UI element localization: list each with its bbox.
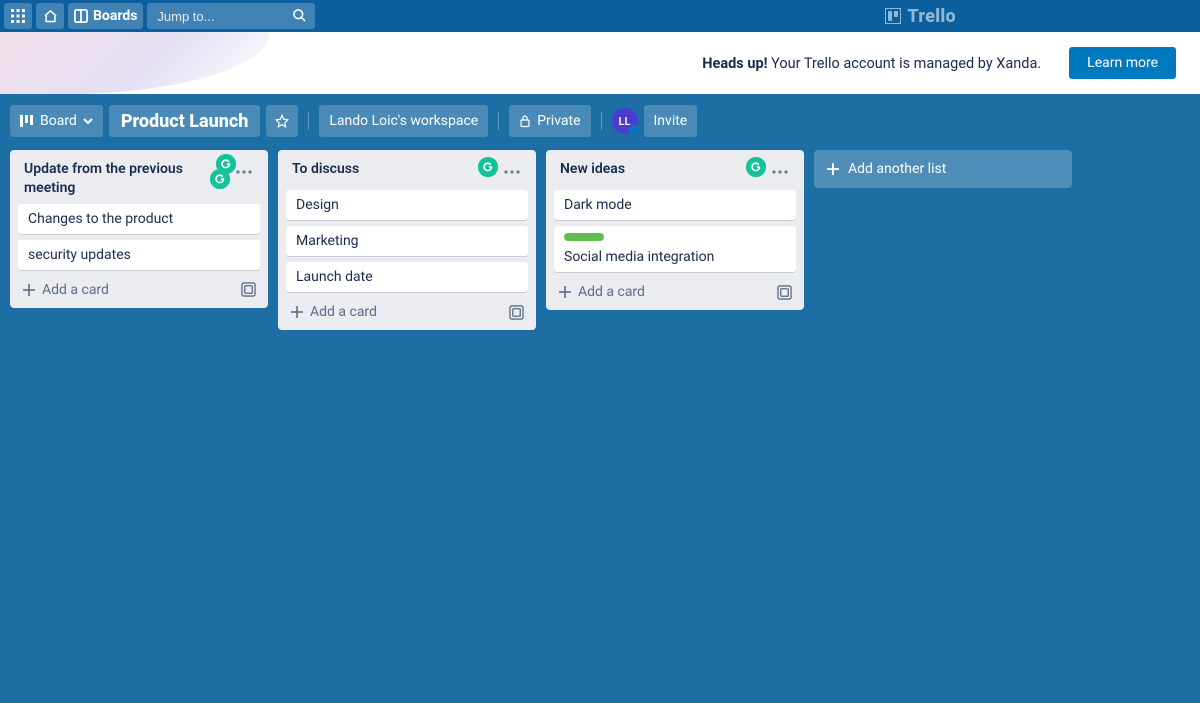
add-card-button[interactable]: Add a card [22, 282, 109, 298]
board-view-icon [20, 115, 34, 127]
list-footer: Add a card [554, 278, 796, 302]
invite-label: Invite [654, 113, 688, 129]
add-card-button[interactable]: Add a card [558, 284, 645, 300]
board-canvas: Update from the previous meeting Changes… [0, 142, 1200, 338]
card-text: security updates [28, 247, 131, 263]
card-text: Dark mode [564, 197, 632, 213]
chevron-down-icon [83, 118, 93, 124]
list-footer: Add a card [18, 276, 260, 300]
invite-button[interactable]: Invite [644, 105, 698, 137]
card[interactable]: Changes to the product [18, 204, 260, 234]
app-logo-text: Trello [907, 6, 956, 27]
list-header: To discuss [286, 158, 528, 190]
list-title[interactable]: To discuss [292, 160, 500, 179]
search-input[interactable] [147, 3, 315, 29]
account-banner: Heads up! Your Trello account is managed… [0, 32, 1200, 94]
plus-icon [558, 285, 572, 299]
board-header-left: Board Product Launch Lando Loic's worksp… [10, 105, 697, 137]
banner-cta-label: Learn more [1087, 55, 1158, 71]
visibility-button[interactable]: Private [509, 105, 590, 137]
list-actions-button[interactable] [500, 160, 524, 184]
workspace-label: Lando Loic's workspace [329, 113, 478, 129]
add-card-button[interactable]: Add a card [290, 304, 377, 320]
card-text: Changes to the product [28, 211, 173, 227]
add-card-label: Add a card [42, 282, 109, 298]
plus-icon [290, 305, 304, 319]
list: New ideas Dark mode Social media integra… [546, 150, 804, 310]
add-list-button[interactable]: Add another list [814, 150, 1072, 188]
plus-icon [826, 162, 840, 176]
board-header: Board Product Launch Lando Loic's worksp… [0, 100, 1200, 142]
template-icon [509, 305, 524, 320]
card-green-label [564, 233, 604, 241]
view-switcher-button[interactable]: Board [10, 105, 103, 137]
lock-icon [519, 114, 531, 128]
card-template-button[interactable] [777, 285, 792, 300]
board-title-text: Product Launch [121, 111, 249, 132]
board-title[interactable]: Product Launch [109, 105, 261, 137]
ellipsis-icon [504, 170, 520, 174]
apps-button[interactable] [4, 3, 32, 29]
card-template-button[interactable] [241, 282, 256, 297]
card-text: Social media integration [564, 249, 714, 265]
apps-icon [11, 9, 25, 23]
card-text: Marketing [296, 233, 359, 249]
trello-logo-icon [885, 8, 901, 24]
card[interactable]: Design [286, 190, 528, 220]
boards-nav-label: Boards [93, 8, 137, 24]
banner-decoration [0, 32, 270, 94]
search-wrapper[interactable] [147, 3, 315, 29]
add-card-label: Add a card [578, 284, 645, 300]
grammarly-badge-icon [746, 157, 766, 177]
list: To discuss Design Marketing Launch date … [278, 150, 536, 330]
list: Update from the previous meeting Changes… [10, 150, 268, 308]
separator [308, 112, 309, 130]
add-list-label: Add another list [848, 161, 946, 177]
grammarly-badge-icon [478, 157, 498, 177]
card-text: Launch date [296, 269, 373, 285]
card[interactable]: Marketing [286, 226, 528, 256]
grammarly-badge-icon [210, 169, 230, 189]
card[interactable]: Dark mode [554, 190, 796, 220]
member-avatar[interactable]: LL [612, 108, 638, 134]
boards-icon [74, 9, 88, 23]
list-header: Update from the previous meeting [18, 158, 260, 204]
banner-headline: Heads up! [702, 55, 767, 72]
home-icon [43, 9, 58, 24]
star-board-button[interactable] [266, 105, 298, 137]
card[interactable]: Social media integration [554, 226, 796, 272]
avatar-initials: LL [619, 115, 631, 128]
star-icon [275, 114, 289, 128]
add-card-label: Add a card [310, 304, 377, 320]
card-template-button[interactable] [509, 305, 524, 320]
card[interactable]: Launch date [286, 262, 528, 292]
home-button[interactable] [36, 3, 64, 29]
plus-icon [22, 283, 36, 297]
template-icon [777, 285, 792, 300]
app-logo[interactable]: Trello [885, 6, 956, 27]
view-switcher-label: Board [40, 113, 77, 129]
list-header: New ideas [554, 158, 796, 190]
global-header: Boards Trello [0, 0, 1200, 32]
list-title[interactable]: Update from the previous meeting [24, 160, 232, 198]
card-text: Design [296, 197, 339, 213]
banner-text: Heads up! Your Trello account is managed… [702, 55, 1041, 72]
list-title[interactable]: New ideas [560, 160, 768, 179]
boards-nav-button[interactable]: Boards [68, 3, 143, 29]
ellipsis-icon [236, 170, 252, 174]
workspace-button[interactable]: Lando Loic's workspace [319, 105, 488, 137]
separator [601, 112, 602, 130]
banner-body: Your Trello account is managed by Xanda. [768, 55, 1042, 72]
ellipsis-icon [772, 170, 788, 174]
template-icon [241, 282, 256, 297]
list-actions-button[interactable] [768, 160, 792, 184]
avatar-status-dot [629, 125, 639, 135]
card[interactable]: security updates [18, 240, 260, 270]
visibility-label: Private [537, 113, 580, 129]
list-footer: Add a card [286, 298, 528, 322]
banner-cta-button[interactable]: Learn more [1069, 47, 1176, 79]
separator [498, 112, 499, 130]
search-icon [292, 8, 307, 23]
